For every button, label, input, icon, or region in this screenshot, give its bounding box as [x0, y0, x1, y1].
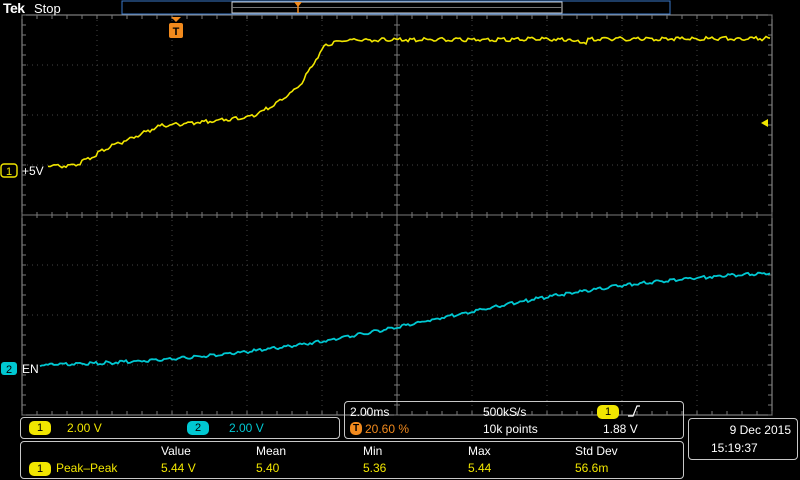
measurement-panel[interactable]: Value Mean Min Max Std Dev 1 Peak–Peak 5… — [20, 441, 684, 479]
vertical-scale-panel[interactable]: 1 2.00 V 2 2.00 V — [20, 417, 340, 439]
trigger-position-marker[interactable]: T — [169, 17, 183, 38]
time-scale: 2.00ms — [350, 405, 390, 419]
channel-2-waveform — [39, 271, 771, 367]
measurement-header-max: Max — [468, 444, 491, 458]
timestamp-panel: 9 Dec 2015 15:19:37 — [688, 418, 798, 460]
measurement-header-mean: Mean — [256, 444, 287, 458]
time-display: 15:19:37 — [711, 441, 758, 455]
trigger-source-badge: 1 — [597, 405, 619, 419]
measurement-name: Peak–Peak — [56, 461, 118, 475]
channel-2-label: EN — [22, 362, 39, 376]
ch2-scale-value: 2.00 V — [229, 421, 264, 435]
measurement-channel-badge: 1 — [29, 462, 51, 476]
ch1-scale-value: 2.00 V — [67, 421, 102, 435]
record-view-bar[interactable] — [121, 0, 671, 15]
trigger-level: 1.88 V — [603, 422, 638, 436]
graticule — [21, 14, 773, 416]
measurement-header-min: Min — [363, 444, 383, 458]
measurement-max: 5.44 — [468, 461, 492, 475]
trigger-level-icon[interactable] — [761, 119, 768, 127]
measurement-value: 5.44 V — [161, 461, 196, 475]
channel-2-number: 2 — [6, 364, 12, 376]
measurement-stddev: 56.6m — [575, 461, 609, 475]
horizontal-trigger-panel[interactable]: 2.00ms 500kS/s 1 T 20.60 % 10k points 1.… — [344, 401, 684, 439]
measurement-header-value: Value — [161, 444, 191, 458]
ch2-scale-badge: 2 — [187, 421, 209, 435]
channel-1-number: 1 — [6, 166, 12, 178]
record-length: 10k points — [483, 422, 538, 436]
trigger-position-value: 20.60 % — [365, 422, 410, 436]
date-display: 9 Dec 2015 — [729, 423, 791, 437]
brand-logo: Tek — [3, 0, 25, 16]
record-trigger-marker — [294, 2, 302, 7]
ch1-scale-badge: 1 — [29, 421, 51, 435]
channel-1-marker[interactable]: 1 — [0, 163, 18, 178]
channel-1-label: +5V — [22, 164, 44, 178]
measurement-min: 5.36 — [363, 461, 387, 475]
measurement-header-stddev: Std Dev — [575, 444, 618, 458]
sample-rate: 500kS/s — [483, 405, 527, 419]
rising-edge-icon — [628, 405, 640, 417]
measurement-mean: 5.40 — [256, 461, 280, 475]
channel-2-marker[interactable]: 2 — [1, 362, 17, 376]
channel-1-waveform — [47, 35, 771, 169]
trigger-position-label: T — [173, 26, 180, 38]
trigger-position-badge: T — [350, 422, 362, 435]
acquisition-status: Stop — [34, 1, 61, 16]
